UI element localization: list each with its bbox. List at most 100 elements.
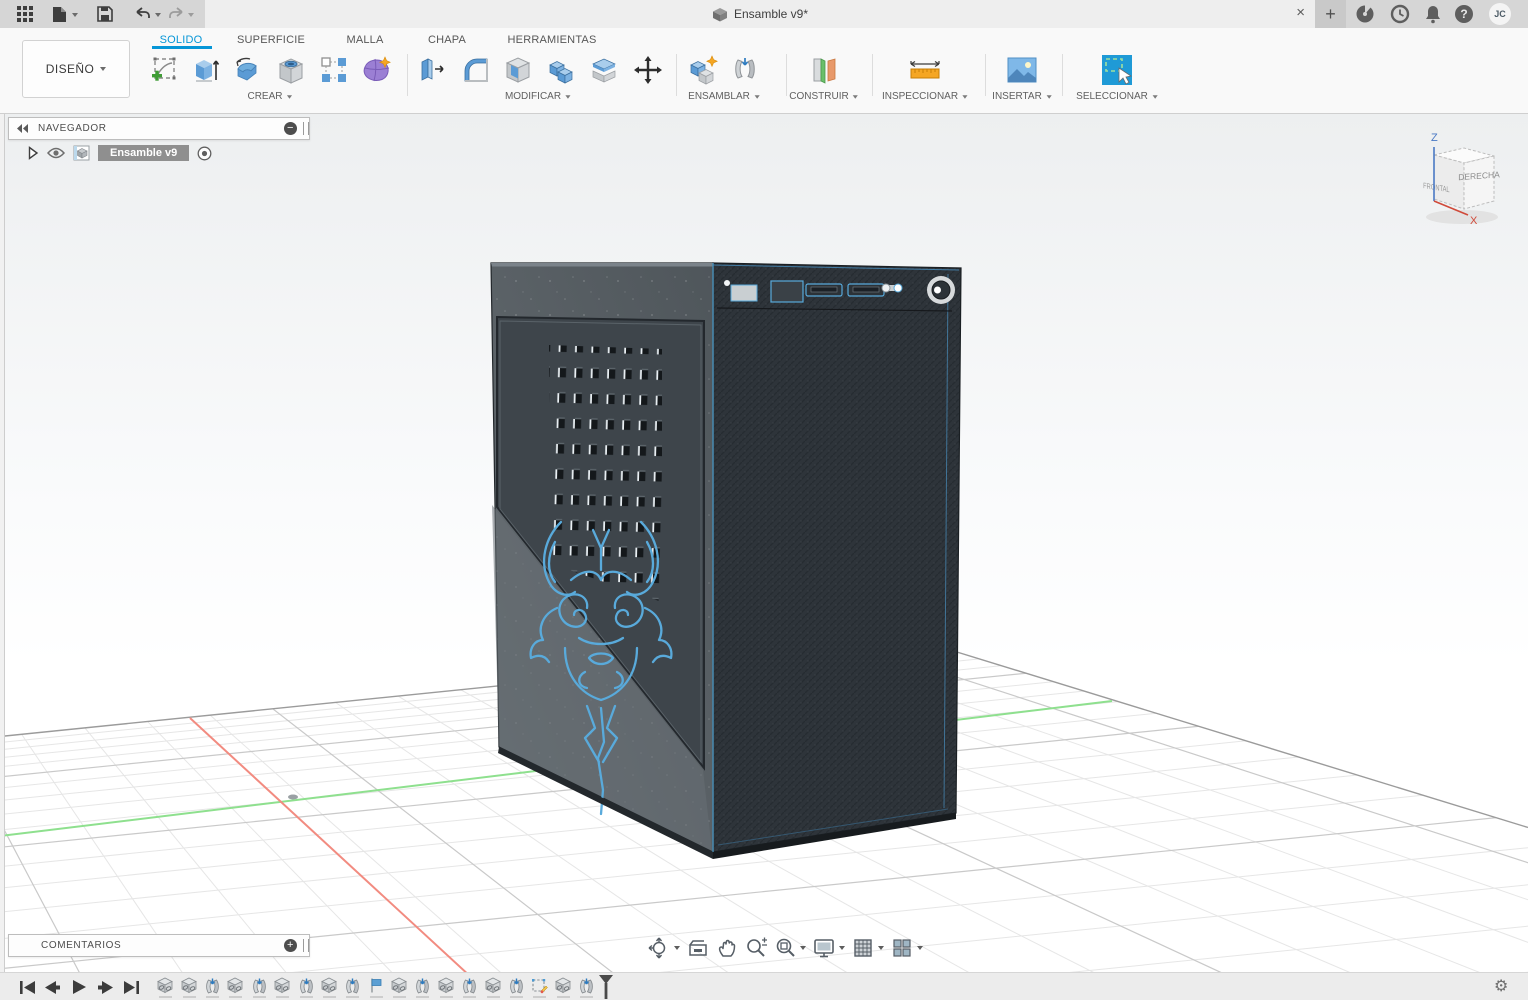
navigator-resize-grip[interactable] <box>303 122 309 135</box>
timeline-feature-flag[interactable] <box>365 976 388 1000</box>
timeline-feature-rigid-group[interactable] <box>481 976 504 1000</box>
go-to-start-button[interactable] <box>18 979 36 995</box>
user-avatar[interactable]: JC <box>1489 3 1511 25</box>
layout-grid-caret[interactable] <box>878 946 884 950</box>
navigator-collapse-badge[interactable]: − <box>284 122 297 135</box>
navigator-root-row[interactable]: Ensamble v9 <box>28 145 212 161</box>
measure-icon[interactable] <box>908 53 942 87</box>
timeline-feature-rigid-group[interactable] <box>552 976 575 1000</box>
comments-resize-grip[interactable] <box>303 939 309 952</box>
create-form-icon[interactable] <box>360 53 394 87</box>
joint-icon[interactable] <box>728 53 762 87</box>
visibility-eye-icon[interactable] <box>47 147 65 159</box>
tab-herramientas[interactable]: HERRAMIENTAS <box>508 34 597 46</box>
insert-image-icon[interactable] <box>1005 53 1039 87</box>
timeline-settings-gear-icon[interactable]: ⚙ <box>1494 976 1508 995</box>
timeline-feature-rigid-group[interactable] <box>154 976 177 1000</box>
extrude-icon[interactable] <box>189 53 223 87</box>
timeline-feature-rigid-group[interactable] <box>435 976 458 1000</box>
file-menu-icon[interactable] <box>48 4 70 24</box>
pc-case-model[interactable] <box>490 262 962 859</box>
extensions-icon[interactable] <box>1354 3 1376 25</box>
viewports-icon[interactable] <box>891 937 913 959</box>
close-tab-icon[interactable]: × <box>1296 3 1305 23</box>
timeline-feature-rigid-group[interactable] <box>177 976 200 1000</box>
save-icon[interactable] <box>94 4 116 24</box>
document-tab[interactable]: Ensamble v9* × <box>205 0 1315 28</box>
viewcube-right-face[interactable] <box>1463 155 1495 210</box>
display-settings-icon[interactable] <box>813 937 835 959</box>
viewcube[interactable]: FRONTAL DERECHA Z X <box>1404 125 1520 235</box>
timeline-feature-rigid-group[interactable] <box>224 976 247 1000</box>
undo-caret[interactable] <box>155 13 161 17</box>
group-inspeccionar[interactable]: INSPECCIONAR <box>882 91 968 102</box>
viewports-caret[interactable] <box>917 946 923 950</box>
construction-plane-icon[interactable] <box>807 53 841 87</box>
activate-radio-icon[interactable] <box>197 146 212 161</box>
app-grid-icon[interactable] <box>14 4 36 24</box>
press-pull-icon[interactable] <box>414 53 448 87</box>
timeline-feature-joint[interactable] <box>294 976 317 1000</box>
timeline-feature-rigid-group[interactable] <box>318 976 341 1000</box>
left-panel-edge[interactable] <box>0 113 5 1000</box>
layout-grid-icon[interactable] <box>852 937 874 959</box>
combine-icon[interactable] <box>544 53 578 87</box>
comments-add-badge[interactable]: + <box>284 939 297 952</box>
group-insertar[interactable]: INSERTAR <box>992 91 1052 102</box>
group-ensamblar[interactable]: ENSAMBLAR <box>688 91 760 102</box>
hole-icon[interactable] <box>274 53 308 87</box>
redo-icon[interactable] <box>166 4 188 24</box>
timeline-feature-joint[interactable] <box>248 976 271 1000</box>
file-menu-caret[interactable] <box>72 13 78 17</box>
fit-icon[interactable] <box>774 937 796 959</box>
new-tab-button[interactable]: + <box>1315 0 1346 28</box>
group-seleccionar[interactable]: SELECCIONAR <box>1076 91 1158 102</box>
shell-icon[interactable] <box>501 53 535 87</box>
orbit-caret[interactable] <box>674 946 680 950</box>
timeline-feature-sketch-edit[interactable] <box>528 976 551 1000</box>
timeline-feature-joint[interactable] <box>505 976 528 1000</box>
group-modificar[interactable]: MODIFICAR <box>505 91 571 102</box>
design-menu-button[interactable]: DISEÑO <box>22 40 130 98</box>
viewport-3d[interactable]: NAVEGADOR − Ensamble v9 FRONTAL DERECHA … <box>0 113 1528 1000</box>
create-sketch-icon[interactable] <box>148 53 182 87</box>
revolve-icon[interactable] <box>232 53 266 87</box>
pan-icon[interactable] <box>716 937 738 959</box>
move-icon[interactable] <box>631 53 665 87</box>
redo-caret[interactable] <box>188 13 194 17</box>
play-button[interactable] <box>70 979 88 995</box>
group-construir[interactable]: CONSTRUIR <box>789 91 859 102</box>
tab-chapa[interactable]: CHAPA <box>428 34 466 46</box>
timeline-feature-joint[interactable] <box>575 976 598 1000</box>
help-icon[interactable]: ? <box>1453 3 1475 25</box>
tab-solido[interactable]: SOLIDO <box>160 34 203 46</box>
tab-malla[interactable]: MALLA <box>346 34 383 46</box>
step-back-button[interactable] <box>44 979 62 995</box>
timeline-position-marker[interactable] <box>598 975 614 1000</box>
timeline-feature-joint[interactable] <box>411 976 434 1000</box>
navigator-root-item[interactable]: Ensamble v9 <box>98 145 190 161</box>
case-front-panel[interactable] <box>712 262 962 853</box>
go-to-end-button[interactable] <box>122 979 140 995</box>
split-body-icon[interactable] <box>587 53 621 87</box>
look-at-icon[interactable] <box>687 937 709 959</box>
group-crear[interactable]: CREAR <box>247 91 293 102</box>
rectangular-pattern-icon[interactable] <box>317 53 351 87</box>
timeline-feature-joint[interactable] <box>458 976 481 1000</box>
select-window-icon[interactable] <box>1100 53 1134 87</box>
expand-arrow-icon[interactable] <box>28 146 39 160</box>
timeline-feature-rigid-group[interactable] <box>271 976 294 1000</box>
timeline-feature-joint[interactable] <box>341 976 364 1000</box>
recent-clock-icon[interactable] <box>1389 3 1411 25</box>
display-settings-caret[interactable] <box>839 946 845 950</box>
step-forward-button[interactable] <box>96 979 114 995</box>
fit-caret[interactable] <box>800 946 806 950</box>
zoom-icon[interactable] <box>745 937 767 959</box>
collapse-left-icon[interactable] <box>17 124 29 133</box>
notifications-bell-icon[interactable] <box>1422 3 1444 25</box>
timeline-feature-joint[interactable] <box>201 976 224 1000</box>
orbit-icon[interactable] <box>648 937 670 959</box>
tab-superficie[interactable]: SUPERFICIE <box>237 34 305 46</box>
undo-icon[interactable] <box>131 4 153 24</box>
timeline-feature-rigid-group[interactable] <box>388 976 411 1000</box>
